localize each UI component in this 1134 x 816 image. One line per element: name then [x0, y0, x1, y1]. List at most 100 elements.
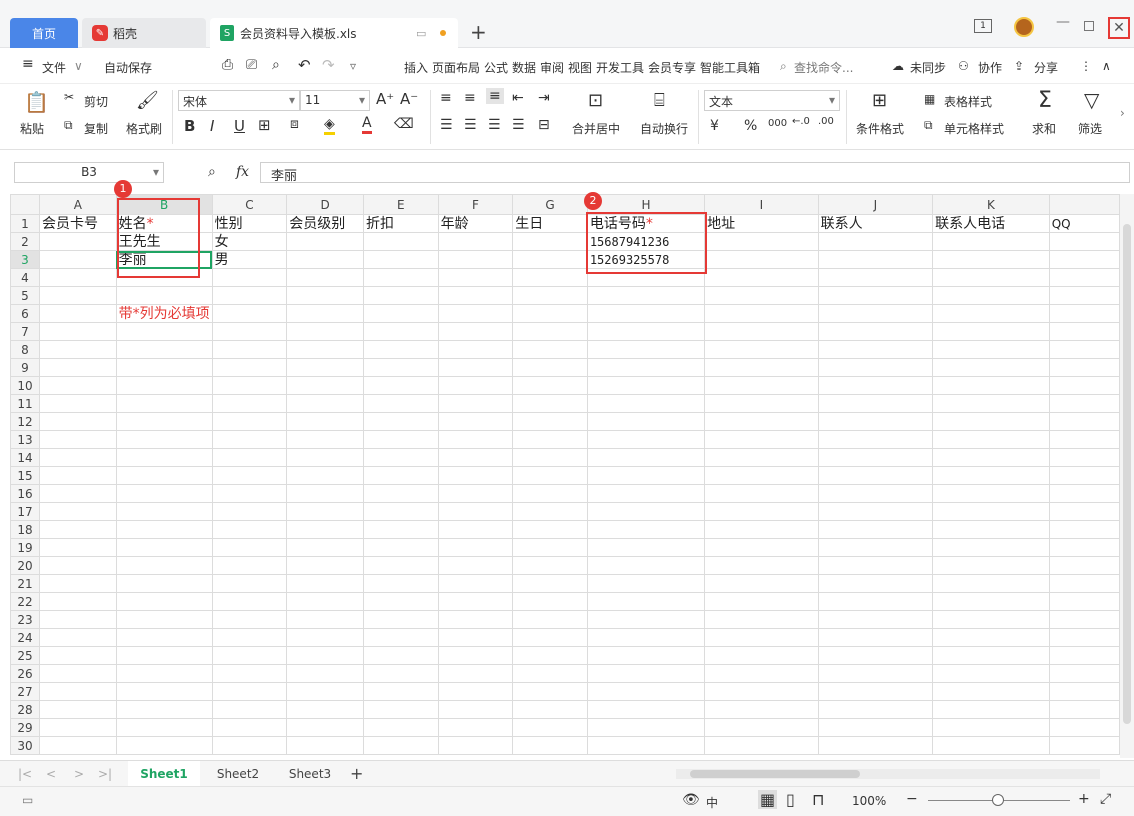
cell[interactable]: [1048, 412, 1120, 431]
zoom-slider-handle[interactable]: [992, 794, 1004, 806]
cell[interactable]: [38, 394, 117, 413]
cell[interactable]: [817, 628, 934, 647]
copy-button[interactable]: 复制: [84, 120, 108, 137]
cell[interactable]: [38, 556, 117, 575]
cell[interactable]: [817, 268, 934, 287]
cell[interactable]: [586, 610, 706, 629]
cell[interactable]: [586, 484, 706, 503]
cell[interactable]: [512, 520, 588, 539]
cell[interactable]: [932, 646, 1050, 665]
menu-item-insert[interactable]: 插入: [404, 59, 428, 76]
menu-item-member[interactable]: 会员专享: [648, 59, 696, 76]
cell[interactable]: [704, 592, 819, 611]
cell[interactable]: [932, 268, 1050, 287]
cell[interactable]: [38, 286, 117, 305]
cell[interactable]: 联系人电话: [932, 214, 1050, 233]
menu-item-formula[interactable]: 公式: [484, 59, 508, 76]
cell[interactable]: [363, 556, 439, 575]
cell[interactable]: [817, 232, 934, 251]
cell[interactable]: [437, 322, 514, 341]
cell[interactable]: [586, 466, 706, 485]
cell[interactable]: [512, 628, 588, 647]
cell[interactable]: [437, 268, 514, 287]
cell[interactable]: [115, 394, 213, 413]
cell[interactable]: [512, 412, 588, 431]
cell[interactable]: [286, 304, 364, 323]
cell[interactable]: [115, 556, 213, 575]
row-header[interactable]: 6: [10, 304, 40, 323]
align-left-icon[interactable]: ☰: [440, 117, 453, 133]
cell[interactable]: [586, 340, 706, 359]
cell[interactable]: [586, 430, 706, 449]
cell[interactable]: [932, 610, 1050, 629]
row-header[interactable]: 27: [10, 682, 40, 701]
cell[interactable]: [704, 538, 819, 557]
cell[interactable]: [211, 448, 288, 467]
cell[interactable]: [704, 286, 819, 305]
font-color-icon[interactable]: A: [362, 115, 372, 134]
cell[interactable]: [932, 412, 1050, 431]
cell[interactable]: [363, 268, 439, 287]
cell[interactable]: [1048, 484, 1120, 503]
cell[interactable]: [932, 394, 1050, 413]
cell[interactable]: [211, 592, 288, 611]
cell[interactable]: [437, 664, 514, 683]
cell[interactable]: [1048, 502, 1120, 521]
cell[interactable]: [704, 232, 819, 251]
cell[interactable]: [1048, 664, 1120, 683]
cell[interactable]: [211, 304, 288, 323]
last-sheet-icon[interactable]: >|: [98, 761, 112, 787]
paste-button[interactable]: 粘贴: [20, 120, 44, 137]
cell[interactable]: [286, 268, 364, 287]
cell[interactable]: [115, 628, 213, 647]
distribute-icon[interactable]: ⊟: [538, 117, 550, 133]
align-right-icon[interactable]: ☰: [488, 117, 501, 133]
cell[interactable]: [512, 700, 588, 719]
cell[interactable]: [437, 232, 514, 251]
row-header[interactable]: 14: [10, 448, 40, 467]
cell[interactable]: [1048, 556, 1120, 575]
cell[interactable]: [1048, 448, 1120, 467]
cell[interactable]: [38, 466, 117, 485]
screen-icon[interactable]: ▭: [416, 27, 426, 40]
cell[interactable]: [211, 736, 288, 755]
cell[interactable]: [704, 322, 819, 341]
sum-button[interactable]: 求和: [1032, 120, 1056, 137]
formula-input[interactable]: 李丽: [260, 162, 1130, 184]
cell[interactable]: [932, 340, 1050, 359]
cell[interactable]: [1048, 718, 1120, 737]
cell[interactable]: [512, 574, 588, 593]
column-header[interactable]: E: [363, 194, 439, 215]
cell[interactable]: [437, 304, 514, 323]
select-all-corner[interactable]: [10, 194, 40, 215]
cell[interactable]: [932, 718, 1050, 737]
sync-status[interactable]: 未同步: [910, 59, 946, 76]
cell[interactable]: [704, 520, 819, 539]
row-header[interactable]: 23: [10, 610, 40, 629]
cell[interactable]: QQ: [1048, 214, 1120, 233]
decimal-increase-icon[interactable]: ←.0: [792, 116, 810, 127]
cell[interactable]: [363, 232, 439, 251]
cell[interactable]: [512, 718, 588, 737]
cell[interactable]: [512, 286, 588, 305]
cell[interactable]: [115, 520, 213, 539]
cell[interactable]: [1048, 340, 1120, 359]
cell[interactable]: 生日: [512, 214, 588, 233]
language-button[interactable]: 中: [706, 794, 718, 811]
cell[interactable]: [817, 412, 934, 431]
cell[interactable]: [704, 340, 819, 359]
border-icon[interactable]: ⊞: [258, 116, 271, 134]
collab-button[interactable]: 协作: [978, 59, 1002, 76]
cell[interactable]: [115, 430, 213, 449]
cell[interactable]: [586, 376, 706, 395]
cell[interactable]: [38, 592, 117, 611]
cell[interactable]: [817, 682, 934, 701]
cell[interactable]: [932, 484, 1050, 503]
cell[interactable]: [363, 520, 439, 539]
wrap-text-button[interactable]: 自动换行: [640, 120, 688, 137]
cell[interactable]: [704, 448, 819, 467]
cell[interactable]: [286, 484, 364, 503]
menu-item-smart-tools[interactable]: 智能工具箱: [700, 59, 760, 76]
cell[interactable]: [286, 376, 364, 395]
cell[interactable]: [817, 592, 934, 611]
